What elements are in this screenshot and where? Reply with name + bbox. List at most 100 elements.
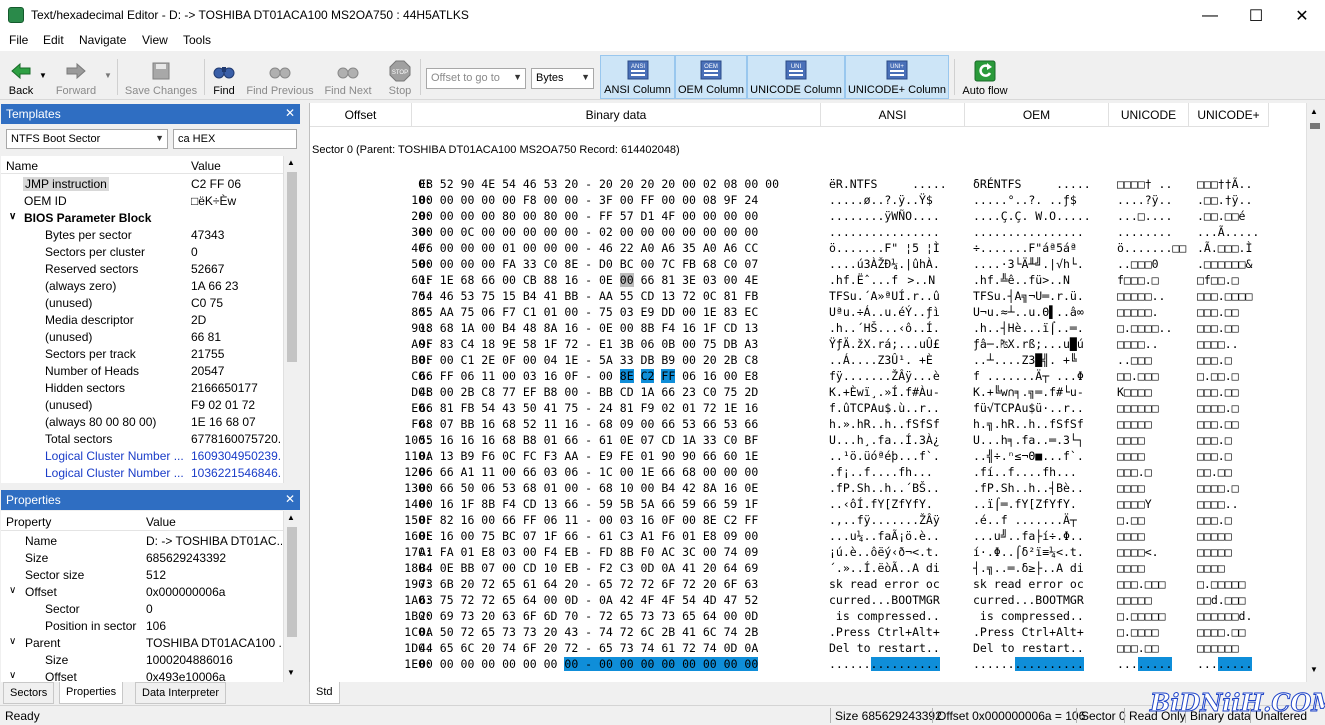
ansi-column-toggle[interactable]: ANSI ANSI Column [600, 55, 675, 99]
hex-unicode-plus-cell[interactable]: □f□□.□ [1197, 273, 1277, 289]
hex-unicode-cell[interactable]: □□□□□ [1117, 593, 1197, 609]
hex-ansi-cell[interactable]: ..Á....Z3Û¹. +È [829, 353, 969, 369]
hex-bytes-cell[interactable]: 44 65 6C 20 74 6F 20 72 - 65 73 74 61 72… [419, 641, 819, 657]
hex-unicode-cell[interactable]: f□□□.□ [1117, 273, 1197, 289]
hex-offset-cell[interactable]: B0: [330, 353, 432, 369]
hex-oem-cell[interactable]: U¬u.≈┴..u.Θ▌..â∞ [973, 305, 1113, 321]
scroll-down-icon[interactable]: ▼ [287, 668, 295, 677]
hex-ansi-cell[interactable]: Del to restart.. [829, 641, 969, 657]
template-row[interactable]: (always 80 00 80 00) 1E 16 68 07 [1, 414, 283, 431]
tab-sectors[interactable]: Sectors [3, 682, 55, 704]
property-row[interactable]: ∨ Offset 0x000000006a [1, 584, 283, 601]
menu-tools[interactable]: Tools [183, 33, 211, 47]
hex-offset-cell[interactable]: 20: [330, 209, 432, 225]
hex-scrollbar[interactable]: ▲ ▼ [1306, 103, 1323, 682]
maximize-button[interactable]: ☐ [1233, 0, 1279, 31]
hex-unicode-plus-cell[interactable]: □□□.□□□□ [1197, 289, 1277, 305]
hex-unicode-cell[interactable]: □□□□ [1117, 433, 1197, 449]
hex-offset-cell[interactable]: 80: [330, 305, 432, 321]
hex-bytes-cell[interactable]: EB 52 90 4E 54 46 53 20 - 20 20 20 20 00… [419, 177, 819, 193]
hex-offset-cell[interactable]: 50: [330, 257, 432, 273]
hex-unicode-cell[interactable]: □□□□Y [1117, 497, 1197, 513]
expand-toggle-icon[interactable]: ∨ [9, 670, 16, 681]
hex-unicode-cell[interactable]: □.□□□□□ [1117, 609, 1197, 625]
column-header-offset[interactable]: Offset [310, 103, 412, 127]
find-next-button[interactable]: Find Next [322, 55, 374, 99]
template-row[interactable]: Sectors per track 21755 [1, 346, 283, 363]
property-row[interactable]: Size 685629243392 [1, 550, 283, 567]
find-previous-button[interactable]: Find Previous [245, 55, 315, 99]
hex-unicode-cell[interactable]: ..□□□0 [1117, 257, 1197, 273]
hex-unicode-plus-cell[interactable]: □□□□.□ [1197, 481, 1277, 497]
forward-dropdown-icon[interactable]: ▼ [104, 71, 112, 80]
find-button[interactable]: Find [209, 55, 239, 99]
hex-oem-cell[interactable]: ................ [973, 657, 1113, 673]
properties-scrollbar[interactable]: ▲ ▼ [283, 511, 300, 682]
hex-unicode-cell[interactable]: □□□□† .. [1117, 177, 1197, 193]
hex-unicode-cell[interactable]: □□□□□. [1117, 305, 1197, 321]
expand-toggle-icon[interactable]: ∨ [9, 585, 16, 596]
template-row[interactable]: Reserved sectors 52667 [1, 261, 283, 278]
hex-unicode-cell[interactable]: □□□□ [1117, 561, 1197, 577]
template-row[interactable]: (unused) F9 02 01 72 [1, 397, 283, 414]
column-header-unicode-plus[interactable]: UNICODE+ [1189, 103, 1269, 127]
hex-bytes-cell[interactable]: 0F 82 16 00 66 FF 06 11 - 00 03 16 0F 00… [419, 513, 819, 529]
property-row[interactable]: ∨ Offset 0x493e10006a [1, 669, 283, 682]
close-icon[interactable]: ✕ [285, 106, 295, 120]
hex-oem-cell[interactable]: ..╣÷.ⁿ≤¬Θ■...f`. [973, 449, 1113, 465]
hex-unicode-cell[interactable]: □□□□ [1117, 481, 1197, 497]
hex-unicode-plus-cell[interactable]: □□□.□ [1197, 433, 1277, 449]
back-dropdown-icon[interactable]: ▼ [39, 71, 47, 80]
hex-offset-cell[interactable]: 0: [330, 177, 432, 193]
hex-unicode-plus-cell[interactable]: □.□□□□□ [1197, 577, 1277, 593]
templates-scroll-thumb[interactable] [287, 172, 297, 362]
hex-offset-cell[interactable]: 30: [330, 225, 432, 241]
column-header-ansi[interactable]: ANSI [821, 103, 965, 127]
hex-unicode-plus-cell[interactable]: ........ [1197, 657, 1277, 673]
hex-scroll-thumb[interactable] [1310, 123, 1320, 129]
tab-data-interpreter[interactable]: Data Interpreter [135, 682, 227, 704]
hex-oem-cell[interactable]: fü√TCPAu$ü·..r.. [973, 401, 1113, 417]
hex-bytes-cell[interactable]: A1 FA 01 E8 03 00 F4 EB - FD 8B F0 AC 3C… [419, 545, 819, 561]
hex-ansi-cell[interactable]: ..‹ôÍ.fY[ZfYfY. [829, 497, 969, 513]
hex-unicode-plus-cell[interactable]: □□□.□□ [1197, 417, 1277, 433]
hex-offset-cell[interactable]: 120: [330, 465, 432, 481]
hex-unicode-cell[interactable]: □□□.□□ [1117, 641, 1197, 657]
template-row[interactable]: (unused) C0 75 [1, 295, 283, 312]
unicode-column-toggle[interactable]: UNI UNICODE Column [747, 55, 845, 99]
hex-unicode-plus-cell[interactable]: □□□□□ [1197, 545, 1277, 561]
hex-bytes-cell[interactable]: 54 46 53 75 15 B4 41 BB - AA 55 CD 13 72… [419, 289, 819, 305]
hex-oem-cell[interactable]: sk read error oc [973, 577, 1113, 593]
hex-oem-cell[interactable]: ..ï⌠═.fY[ZfYfY. [973, 497, 1113, 513]
hex-offset-cell[interactable]: 70: [330, 289, 432, 305]
close-icon[interactable]: ✕ [285, 492, 295, 506]
hex-unicode-plus-cell[interactable]: □□□.□□ [1197, 385, 1277, 401]
hex-unicode-cell[interactable]: □□□□<. [1117, 545, 1197, 561]
hex-bytes-cell[interactable]: 66 81 FB 54 43 50 41 75 - 24 81 F9 02 01… [419, 401, 819, 417]
hex-oem-cell[interactable]: Del to restart.. [973, 641, 1113, 657]
hex-offset-cell[interactable]: 180: [330, 561, 432, 577]
property-row[interactable]: Sector 0 [1, 601, 283, 618]
hex-unicode-plus-cell[interactable]: □□□.□ [1197, 353, 1277, 369]
property-row[interactable]: Name D: -> TOSHIBA DT01AC... [1, 533, 283, 550]
hex-unicode-cell[interactable]: □□□.□ [1117, 465, 1197, 481]
back-button[interactable]: Back [4, 55, 38, 99]
hex-ansi-cell[interactable]: U...h¸.fa..Í.3À¿ [829, 433, 969, 449]
hex-offset-cell[interactable]: 1A0: [330, 593, 432, 609]
menu-view[interactable]: View [142, 33, 168, 47]
hex-unicode-cell[interactable]: □.□□ [1117, 513, 1197, 529]
hex-bytes-cell[interactable]: 00 00 0C 00 00 00 00 00 - 02 00 00 00 00… [419, 225, 819, 241]
hex-unicode-plus-cell[interactable]: □□□††Ã.. [1197, 177, 1277, 193]
template-row[interactable]: (always zero) 1A 66 23 [1, 278, 283, 295]
hex-oem-cell[interactable]: U...h╕.fa..═.3└┐ [973, 433, 1113, 449]
hex-unicode-plus-cell[interactable]: □□□□.□□ [1197, 625, 1277, 641]
hex-ansi-cell[interactable]: ................ [829, 225, 969, 241]
hex-offset-cell[interactable]: 60: [330, 273, 432, 289]
property-row[interactable]: Size 1000204886016 [1, 652, 283, 669]
hex-oem-cell[interactable]: .h..┤Hè...ï⌠..═. [973, 321, 1113, 337]
hex-ansi-cell[interactable]: ´.»..Í.ëòÃ..A di [829, 561, 969, 577]
hex-ansi-cell[interactable]: f.ûTCPAu$.ù..r.. [829, 401, 969, 417]
hex-view[interactable]: Offset Binary data ANSI OEM UNICODE UNIC… [309, 103, 1323, 682]
hex-ansi-cell[interactable]: is compressed.. [829, 609, 969, 625]
stop-button[interactable]: STOP Stop [386, 55, 414, 99]
